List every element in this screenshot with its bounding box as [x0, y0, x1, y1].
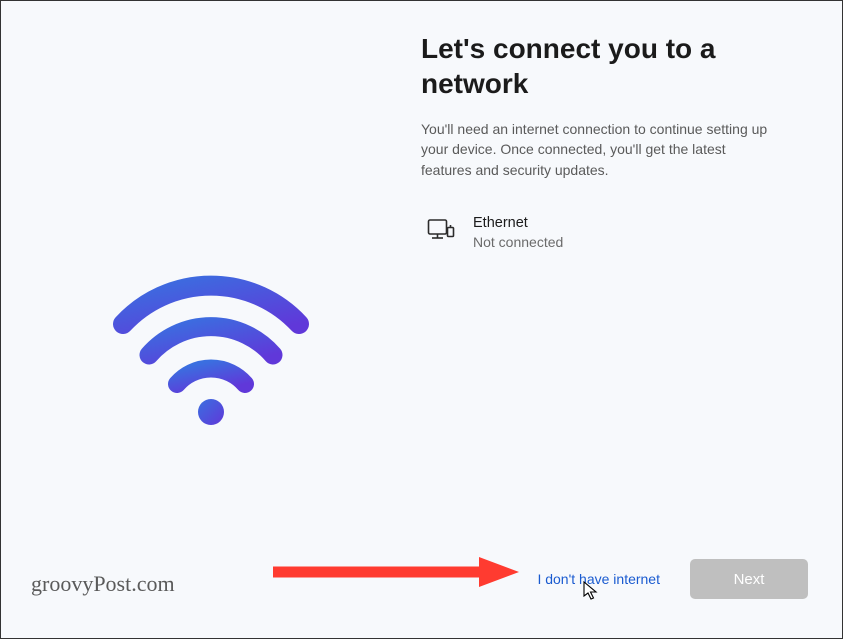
annotation-arrow-icon	[271, 555, 521, 594]
ethernet-icon	[427, 218, 455, 247]
watermark-text: groovyPost.com	[31, 571, 175, 597]
next-button[interactable]: Next	[690, 559, 808, 599]
wifi-icon	[111, 262, 311, 437]
skip-internet-link[interactable]: I don't have internet	[537, 571, 660, 587]
network-item-ethernet[interactable]: Ethernet Not connected	[421, 210, 802, 255]
network-status: Not connected	[473, 233, 563, 251]
network-text: Ethernet Not connected	[473, 214, 563, 251]
cursor-icon	[583, 581, 598, 606]
page-title: Let's connect you to a network	[421, 31, 741, 101]
page-subtitle: You'll need an internet connection to co…	[421, 119, 771, 180]
network-name: Ethernet	[473, 214, 563, 233]
